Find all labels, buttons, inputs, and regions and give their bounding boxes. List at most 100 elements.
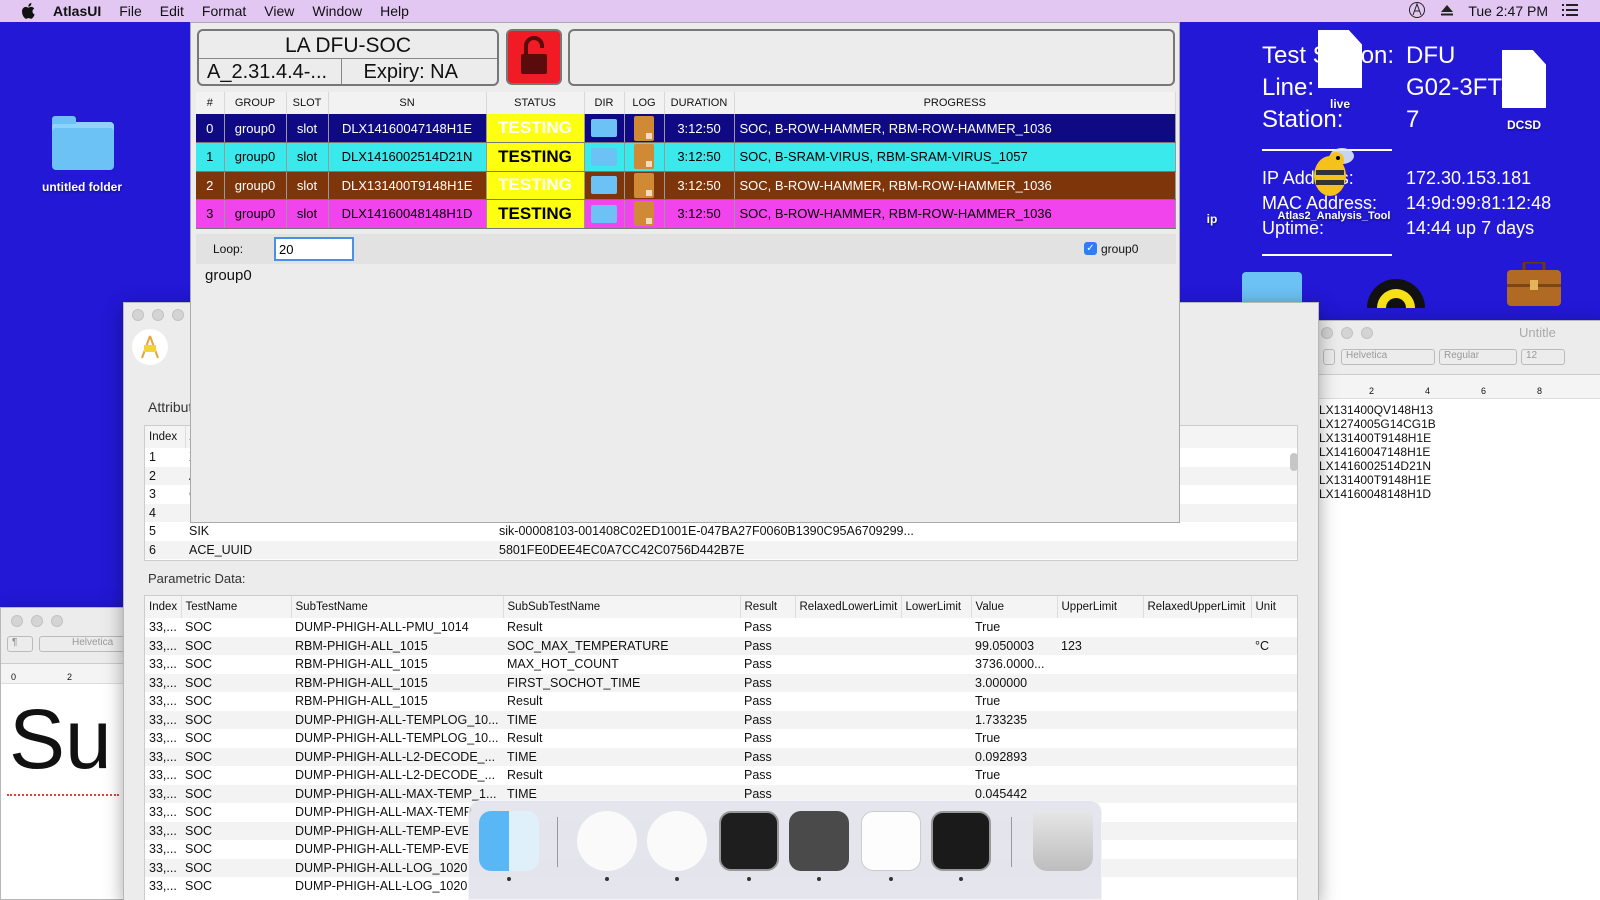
menu-edit[interactable]: Edit — [151, 0, 193, 22]
slot-row[interactable]: 0 group0 slot DLX14160047148H1E TESTING 3:12:… — [196, 114, 1176, 143]
menu-file[interactable]: File — [110, 0, 151, 22]
log-file-icon[interactable] — [634, 172, 654, 198]
eject-icon[interactable] — [1440, 3, 1454, 20]
bee-icon[interactable] — [1306, 142, 1362, 200]
trash-icon[interactable] — [1033, 811, 1093, 871]
live-document-icon[interactable] — [1318, 30, 1362, 88]
column-header[interactable]: TestName — [181, 596, 292, 618]
terminal-icon[interactable] — [719, 811, 779, 871]
activity-monitor-icon[interactable] — [931, 811, 991, 871]
list-icon[interactable] — [1562, 3, 1578, 20]
column-header[interactable]: Result — [740, 596, 796, 618]
minimize-button[interactable] — [152, 309, 164, 321]
atlas-main-window[interactable]: LA DFU-SOC A_2.31.4.4-... Expiry: NA # GR… — [190, 22, 1180, 523]
table-row[interactable]: 33,... SOC DUMP-PHIGH-ALL-TEMPLOG_10... TIM… — [145, 710, 1297, 729]
font-family-popup[interactable]: Helvetica — [39, 636, 129, 652]
menu-format[interactable]: Format — [193, 0, 255, 22]
minimize-button[interactable] — [31, 615, 43, 627]
column-header[interactable]: PROGRESS — [734, 92, 1176, 114]
cell-log[interactable] — [624, 114, 665, 143]
table-row[interactable]: 33,... SOC RBM-PHIGH-ALL_1015 Result Pass Tru… — [145, 692, 1297, 711]
menu-view[interactable]: View — [255, 0, 303, 22]
apple-icon[interactable] — [18, 0, 38, 22]
log-file-icon[interactable] — [634, 144, 654, 170]
minimize-button[interactable] — [1341, 327, 1353, 339]
group0-checkbox[interactable]: ✓ — [1084, 242, 1097, 255]
app-menu[interactable]: AtlasUI — [44, 0, 110, 22]
table-row[interactable]: 33,... SOC DUMP-PHIGH-ALL-TEMPLOG_10... Res… — [145, 729, 1297, 748]
cell-dir[interactable] — [584, 114, 625, 143]
table-row[interactable]: 6 ACE_UUID 5801FE0DEE4EC0A7CC42C0756D442B7… — [145, 540, 1297, 559]
sublime-icon[interactable] — [789, 811, 849, 871]
column-header[interactable]: SubTestName — [291, 596, 504, 618]
column-header[interactable]: STATUS — [486, 92, 585, 114]
column-header[interactable]: SubSubTestName — [503, 596, 741, 618]
desktop-folder-icon[interactable] — [1242, 272, 1302, 302]
close-button[interactable] — [132, 309, 144, 321]
atlas-ui-icon[interactable] — [647, 811, 707, 871]
column-header[interactable]: SLOT — [286, 92, 329, 114]
group0-checkbox-label[interactable]: group0 — [1101, 242, 1138, 256]
column-header[interactable]: UpperLimit — [1057, 596, 1144, 618]
window-controls[interactable] — [1321, 327, 1373, 339]
dcsd-document-icon[interactable] — [1502, 50, 1546, 108]
table-row[interactable]: 33,... SOC RBM-PHIGH-ALL_1015 SOC_MAX_TEMPE… — [145, 636, 1297, 655]
column-header[interactable]: DIR — [584, 92, 625, 114]
window-controls[interactable] — [132, 309, 184, 321]
lock-button[interactable] — [506, 29, 562, 85]
table-row[interactable]: 33,... SOC DUMP-PHIGH-ALL-L2-DECODE_... TIM… — [145, 747, 1297, 766]
window-controls[interactable] — [11, 615, 63, 627]
cell-dir[interactable] — [584, 171, 625, 200]
briefcase-icon[interactable] — [1506, 260, 1562, 308]
menu-window[interactable]: Window — [303, 0, 371, 22]
textedit-right-window[interactable]: Untitle Helvetica Regular 12 2 4 6 8 LX1… — [1318, 320, 1600, 900]
font-size-popup[interactable]: 12 — [1521, 349, 1565, 365]
document-body[interactable]: LX131400QV148H13 LX1274005G14CG1B LX1314… — [1319, 399, 1600, 501]
scrollbar-thumb[interactable] — [1290, 453, 1298, 471]
slot-row[interactable]: 2 group0 slot DLX131400T9148H1E TESTING 3:12:… — [196, 171, 1176, 200]
column-header[interactable]: Index — [145, 596, 182, 618]
document-text[interactable]: Su — [1, 684, 125, 794]
column-header[interactable]: RelaxedLowerLimit — [795, 596, 902, 618]
column-header[interactable]: # — [196, 92, 225, 114]
zoom-button[interactable] — [172, 309, 184, 321]
folder-icon[interactable] — [591, 119, 617, 137]
atlas-status-icon[interactable] — [1408, 1, 1426, 22]
column-header[interactable]: LowerLimit — [901, 596, 972, 618]
cell-dir[interactable] — [584, 199, 625, 229]
table-row[interactable]: 33,... SOC DUMP-PHIGH-ALL-PMU_1014 Result Pa… — [145, 618, 1297, 637]
column-header[interactable]: Unit — [1251, 596, 1297, 618]
column-header[interactable]: RelaxedUpperLimit — [1143, 596, 1252, 618]
column-header[interactable]: SN — [328, 92, 487, 114]
font-family-popup[interactable]: Helvetica — [1341, 349, 1435, 365]
zoom-button[interactable] — [51, 615, 63, 627]
close-button[interactable] — [1321, 327, 1333, 339]
font-style-popup[interactable]: Regular — [1439, 349, 1517, 365]
column-header[interactable]: DURATION — [664, 92, 735, 114]
textedit-left-window[interactable]: ¶ Helvetica 0 2 Su — [0, 607, 129, 900]
analysis-tool-label[interactable]: Atlas2_Analysis_Tool — [1272, 210, 1396, 223]
table-row[interactable]: 33,... SOC RBM-PHIGH-ALL_1015 MAX_HOT_COUNT… — [145, 655, 1297, 674]
ruler[interactable]: 2 4 6 8 — [1319, 375, 1600, 399]
camera-app-icon[interactable] — [1366, 278, 1426, 308]
log-file-icon[interactable] — [634, 201, 654, 227]
desktop-folder-label[interactable]: untitled folder — [20, 180, 144, 194]
close-button[interactable] — [11, 615, 23, 627]
cell-dir[interactable] — [584, 142, 625, 172]
table-row[interactable]: 33,... SOC DUMP-PHIGH-ALL-L2-DECODE_... Res… — [145, 766, 1297, 785]
menubar-clock[interactable]: Tue 2:47 PM — [1468, 3, 1548, 19]
column-header[interactable]: LOG — [624, 92, 665, 114]
folder-icon[interactable] — [591, 147, 617, 166]
cell-log[interactable] — [624, 171, 665, 200]
table-row[interactable]: 5 SIK sik-00008103-001408C02ED1001E-047BA2… — [145, 522, 1297, 541]
column-header[interactable]: Value — [971, 596, 1058, 618]
cell-log[interactable] — [624, 142, 665, 172]
ruler[interactable]: 0 2 — [1, 664, 125, 684]
table-row[interactable]: 33,... SOC RBM-PHIGH-ALL_1015 FIRST_SOCHOT_… — [145, 673, 1297, 692]
finder-icon[interactable] — [479, 811, 539, 871]
textedit-icon[interactable] — [861, 811, 921, 871]
dcsd-label[interactable]: DCSD — [1494, 118, 1554, 132]
slot-row[interactable]: 1 group0 slot DLX1416002514D21N TESTING 3:12:… — [196, 142, 1176, 172]
loop-count-input[interactable] — [274, 237, 354, 261]
column-header[interactable]: GROUP — [224, 92, 287, 114]
